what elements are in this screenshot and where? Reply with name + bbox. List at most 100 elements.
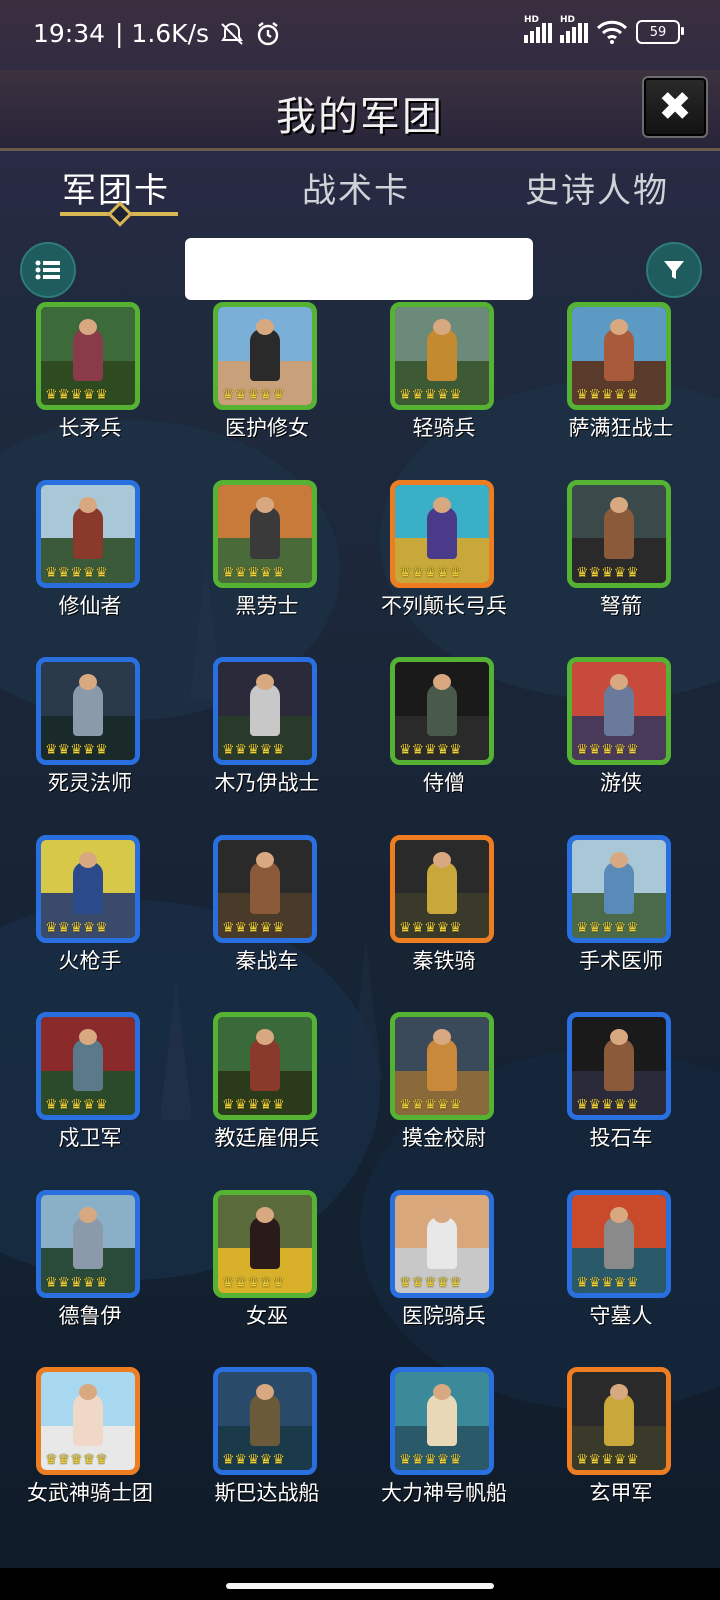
star-level-crowns: ♛♛♛♛♛ — [576, 742, 639, 758]
close-button[interactable]: ✖ — [642, 76, 708, 138]
star-level-crowns: ♛♛♛♛♛ — [45, 1097, 108, 1113]
star-level-crowns: ♛♛♛♛♛ — [576, 1097, 639, 1113]
legion-card[interactable]: ♛♛♛♛♛ 弩箭 — [531, 479, 711, 650]
legion-card[interactable]: ♛♛♛♛♛ 黑劳士 — [177, 479, 357, 650]
signal-icon: HD — [560, 15, 588, 43]
card-name: 投石车 — [589, 1126, 653, 1150]
card-name: 德鲁伊 — [58, 1303, 122, 1328]
card-name: 弩箭 — [600, 593, 642, 618]
card-frame: ♛♛♛♛♛ — [213, 1012, 317, 1120]
star-level-crowns: ♛♛♛♛♛ — [222, 1452, 285, 1468]
star-level-crowns: ♛♛♛♛♛ — [576, 387, 639, 403]
card-name: 死灵法师 — [48, 771, 132, 795]
legion-card[interactable]: ♛♛♛♛♛ 戍卫军 — [0, 1012, 180, 1182]
card-frame: ♛♛♛♛♛ — [567, 479, 671, 588]
legion-card[interactable]: ♛♛♛♛♛ 游侠 — [531, 657, 711, 827]
tab-tactic-cards[interactable]: 战术卡 — [302, 163, 410, 212]
card-name: 黑劳士 — [235, 593, 299, 618]
legion-card[interactable]: ♛♛♛♛♛ 侍僧 — [354, 657, 534, 827]
star-level-crowns: ♛♛♛♛♛ — [399, 1097, 462, 1113]
card-name: 斯巴达战船 — [214, 1481, 320, 1505]
legion-card[interactable]: ♛♛♛♛♛ 德鲁伊 — [0, 1189, 180, 1360]
card-frame: ♛♛♛♛♛ — [36, 1189, 140, 1298]
page-title: 我的军团 — [276, 94, 444, 140]
list-menu-button[interactable] — [20, 242, 76, 298]
star-level-crowns: ♛♛♛♛♛ — [45, 742, 108, 758]
card-name: 大力神号帆船 — [381, 1481, 507, 1505]
card-name: 医护修女 — [225, 416, 309, 440]
star-level-crowns: ♛♛♛♛♛ — [399, 1452, 462, 1468]
legion-card[interactable]: ♛♛♛♛♛ 投石车 — [531, 1012, 711, 1182]
star-level-crowns: ♛♛♛♛♛ — [399, 742, 462, 758]
card-frame: ♛♛♛♛♛ — [390, 1367, 494, 1475]
card-name: 秦战车 — [235, 948, 299, 973]
list-icon — [35, 260, 60, 280]
legion-card[interactable]: ♛♛♛♛♛ 守墓人 — [531, 1189, 711, 1360]
battery-icon: 59 — [636, 20, 684, 44]
legion-card[interactable]: ♛♛♛♛♛ 女武神骑士团 — [0, 1367, 180, 1537]
star-level-crowns: ♛♛♛♛♛ — [222, 564, 285, 581]
card-frame: ♛♛♛♛♛ — [390, 657, 494, 765]
legion-card[interactable]: ♛♛♛♛♛ 医护修女 — [177, 302, 357, 472]
legion-card[interactable]: ♛♛♛♛♛ 不列颠长弓兵 — [354, 479, 534, 650]
card-frame: ♛♛♛♛♛ — [567, 1367, 671, 1475]
search-input[interactable] — [185, 238, 533, 300]
star-level-crowns: ♛♛♛♛♛ — [222, 1097, 285, 1113]
star-level-crowns: ♛♛♛♛♛ — [45, 1274, 108, 1291]
card-frame: ♛♛♛♛♛ — [36, 1367, 140, 1475]
star-level-crowns: ♛♛♛♛♛ — [576, 919, 639, 936]
card-name: 游侠 — [600, 771, 642, 795]
legion-card[interactable]: ♛♛♛♛♛ 火枪手 — [0, 834, 180, 1005]
star-level-crowns: ♛♛♛♛♛ — [222, 742, 285, 758]
legion-card[interactable]: ♛♛♛♛♛ 轻骑兵 — [354, 302, 534, 472]
legion-card[interactable]: ♛♛♛♛♛ 萨满狂战士 — [531, 302, 711, 472]
star-level-crowns: ♛♛♛♛♛ — [45, 387, 108, 403]
legion-card[interactable]: ♛♛♛♛♛ 斯巴达战船 — [177, 1367, 357, 1537]
active-tab-indicator — [60, 212, 178, 216]
alarm-icon — [257, 21, 279, 45]
mute-icon — [221, 22, 243, 45]
legion-card[interactable]: ♛♛♛♛♛ 教廷雇佣兵 — [177, 1012, 357, 1182]
tab-epic-characters[interactable]: 史诗人物 — [525, 163, 669, 212]
card-name: 戍卫军 — [58, 1126, 122, 1150]
legion-card[interactable]: ♛♛♛♛♛ 大力神号帆船 — [354, 1367, 534, 1537]
card-frame: ♛♛♛♛♛ — [213, 1367, 317, 1475]
star-level-crowns: ♛♛♛♛♛ — [576, 1274, 639, 1291]
filter-button[interactable] — [646, 242, 702, 298]
card-frame: ♛♛♛♛♛ — [213, 834, 317, 943]
star-level-crowns: ♛♛♛♛♛ — [399, 387, 462, 403]
legion-card[interactable]: ♛♛♛♛♛ 修仙者 — [0, 479, 180, 650]
legion-card[interactable]: ♛♛♛♛♛ 摸金校尉 — [354, 1012, 534, 1182]
card-frame: ♛♛♛♛♛ — [390, 479, 494, 588]
legion-card[interactable]: ♛♛♛♛♛ 女巫 — [177, 1189, 357, 1360]
home-indicator[interactable] — [226, 1583, 494, 1589]
battery-level: 59 — [649, 24, 667, 40]
legion-card[interactable]: ♛♛♛♛♛ 长矛兵 — [0, 302, 180, 472]
legion-card[interactable]: ♛♛♛♛♛ 玄甲军 — [531, 1367, 711, 1537]
legion-card[interactable]: ♛♛♛♛♛ 手术医师 — [531, 834, 711, 1005]
wifi-icon — [596, 20, 628, 44]
card-name: 摸金校尉 — [402, 1126, 486, 1150]
card-name: 木乃伊战士 — [214, 771, 320, 795]
signal-icon: HD — [524, 15, 552, 43]
card-name: 火枪手 — [58, 948, 122, 973]
legion-card[interactable]: ♛♛♛♛♛ 死灵法师 — [0, 657, 180, 827]
star-level-crowns: ♛♛♛♛♛ — [399, 1274, 462, 1291]
card-frame: ♛♛♛♛♛ — [213, 479, 317, 588]
card-frame: ♛♛♛♛♛ — [390, 1189, 494, 1298]
card-frame: ♛♛♛♛♛ — [390, 1012, 494, 1120]
card-frame: ♛♛♛♛♛ — [567, 657, 671, 765]
card-frame: ♛♛♛♛♛ — [567, 1189, 671, 1298]
legion-card[interactable]: ♛♛♛♛♛ 秦战车 — [177, 834, 357, 1005]
legion-card[interactable]: ♛♛♛♛♛ 木乃伊战士 — [177, 657, 357, 827]
card-name: 轻骑兵 — [412, 416, 476, 440]
card-frame: ♛♛♛♛♛ — [213, 657, 317, 765]
card-name: 秦铁骑 — [412, 948, 476, 973]
legion-card[interactable]: ♛♛♛♛♛ 秦铁骑 — [354, 834, 534, 1005]
status-network-speed: | 1.6K/s — [115, 19, 210, 48]
card-name: 玄甲军 — [589, 1481, 653, 1505]
status-time: 19:34 — [33, 19, 106, 48]
card-name: 不列颠长弓兵 — [381, 593, 507, 618]
legion-card[interactable]: ♛♛♛♛♛ 医院骑兵 — [354, 1189, 534, 1360]
card-frame: ♛♛♛♛♛ — [390, 302, 494, 410]
